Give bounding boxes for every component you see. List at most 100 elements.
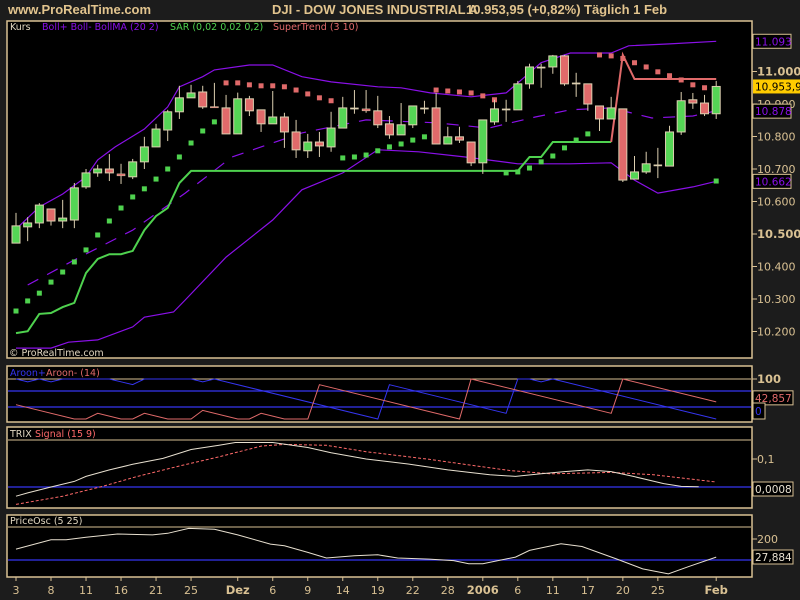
sar-dot — [456, 89, 462, 95]
sar-dot — [597, 52, 602, 58]
sar-dot — [538, 159, 544, 165]
candle-body — [198, 91, 208, 108]
period-label: Täglich 1 Feb — [584, 2, 667, 17]
sar-dot — [573, 137, 579, 143]
price-panel[interactable]: Kurs Boll+ Boll- BollMA (20 2) SAR (0,02… — [6, 20, 753, 359]
sar-dot — [316, 95, 322, 101]
sar-dot — [293, 87, 299, 93]
legend-aroon-up: Aroon+ — [10, 368, 46, 379]
candle-body — [11, 225, 21, 244]
sar-dot — [153, 176, 159, 182]
legend-bollinger[interactable]: Boll+ Boll- BollMA (20 2) — [42, 22, 159, 33]
candle-body — [431, 107, 441, 145]
priceosc-panel[interactable]: PriceOsc (5 25) — [6, 514, 753, 578]
watermark: © ProRealTime.com — [9, 348, 104, 359]
candle-body — [420, 107, 429, 110]
sar-dot — [71, 259, 77, 265]
price-tick-label: 10.200 — [757, 326, 796, 339]
sar-dot — [515, 169, 521, 175]
legend-aroon-down: Aroon- (14) — [46, 368, 100, 379]
sar-dot — [433, 87, 439, 93]
sar-dot — [48, 279, 54, 285]
sar-dot — [667, 73, 673, 79]
sar-dot — [305, 91, 311, 97]
sar-dot — [118, 205, 124, 211]
date-tick-label: 28 — [441, 584, 455, 597]
sar-dot — [141, 186, 147, 192]
sar-dot — [702, 85, 708, 91]
candle-body — [233, 98, 243, 135]
sar-dot — [13, 308, 19, 314]
date-tick-label: 8 — [48, 584, 55, 597]
sar-dot — [363, 152, 369, 158]
candle-body — [174, 97, 184, 113]
bollinger-lower-value: 10.662 — [755, 176, 792, 188]
legend-supertrend[interactable]: SuperTrend (3 10) — [273, 22, 358, 33]
sar-dot — [503, 170, 509, 176]
date-tick-label: 2006 — [467, 583, 499, 597]
candle-body — [151, 128, 161, 148]
last-quote: 10.953,95 (+0,82%) — [466, 2, 581, 17]
candle-body — [303, 141, 313, 152]
candle-body — [69, 187, 79, 221]
candle-body — [116, 173, 126, 177]
candle-body — [58, 217, 68, 222]
trix-panel[interactable]: TRIX Signal (15 9) — [6, 426, 753, 509]
sar-dot — [386, 144, 392, 150]
sar-dot — [235, 80, 241, 86]
price-tick-label: 10.800 — [757, 131, 796, 144]
legend-sar[interactable]: SAR (0,02 0,02 0,2) — [170, 22, 263, 33]
date-tick-label: 21 — [149, 584, 163, 597]
sar-dot — [620, 56, 626, 61]
date-tick-label: 6 — [269, 584, 276, 597]
candle-body — [606, 107, 616, 120]
sar-dot — [655, 69, 661, 75]
candle-body — [46, 208, 56, 222]
candle — [711, 80, 721, 119]
last-price-value: 10.953,95 — [755, 81, 800, 93]
candle-body — [361, 108, 371, 112]
date-tick-label: 14 — [336, 584, 350, 597]
candle — [618, 108, 628, 182]
price-tick-label: 11.000 — [757, 65, 800, 79]
sar-dot — [25, 298, 31, 304]
aroon-panel[interactable]: Aroon+ Aroon- (14) — [6, 365, 753, 423]
date-tick-label: 22 — [406, 584, 420, 597]
sar-dot — [561, 145, 567, 151]
date-tick-label: 6 — [514, 584, 521, 597]
candle-body — [34, 204, 44, 224]
date-tick-label: 17 — [581, 584, 595, 597]
sar-dot — [526, 165, 532, 171]
candle-body — [104, 168, 114, 174]
sar-dot — [165, 166, 171, 172]
date-tick-label: 25 — [651, 584, 665, 597]
sar-dot — [211, 119, 217, 125]
candle-body — [653, 164, 663, 167]
candle-body — [501, 108, 511, 111]
instrument-title: DJI - DOW JONES INDUSTRIAL A — [272, 2, 478, 17]
candle-body — [221, 107, 231, 135]
candle — [559, 54, 569, 86]
sar-dot — [223, 80, 229, 86]
candle-body — [139, 146, 149, 163]
sar-dot — [550, 153, 556, 159]
candle-body — [291, 131, 301, 151]
legend-kurs: Kurs — [10, 22, 31, 33]
sar-dot — [130, 194, 136, 200]
candle-body — [256, 109, 266, 125]
candle — [408, 105, 418, 129]
candle-body — [571, 82, 581, 85]
candle-body — [210, 106, 219, 109]
candle-body — [618, 108, 628, 181]
candle-body — [676, 100, 686, 133]
sar-dot — [480, 93, 486, 99]
site-title[interactable]: www.ProRealTime.com — [7, 2, 151, 17]
candle-body — [478, 119, 488, 164]
legend-priceosc: PriceOsc (5 25) — [10, 516, 82, 527]
candle-body — [665, 131, 675, 167]
price-tick-label: 10.500 — [757, 227, 800, 241]
candle-body — [700, 102, 710, 115]
sar-dot — [421, 134, 427, 140]
date-tick-label: 16 — [114, 584, 128, 597]
date-tick-label: 9 — [304, 584, 311, 597]
